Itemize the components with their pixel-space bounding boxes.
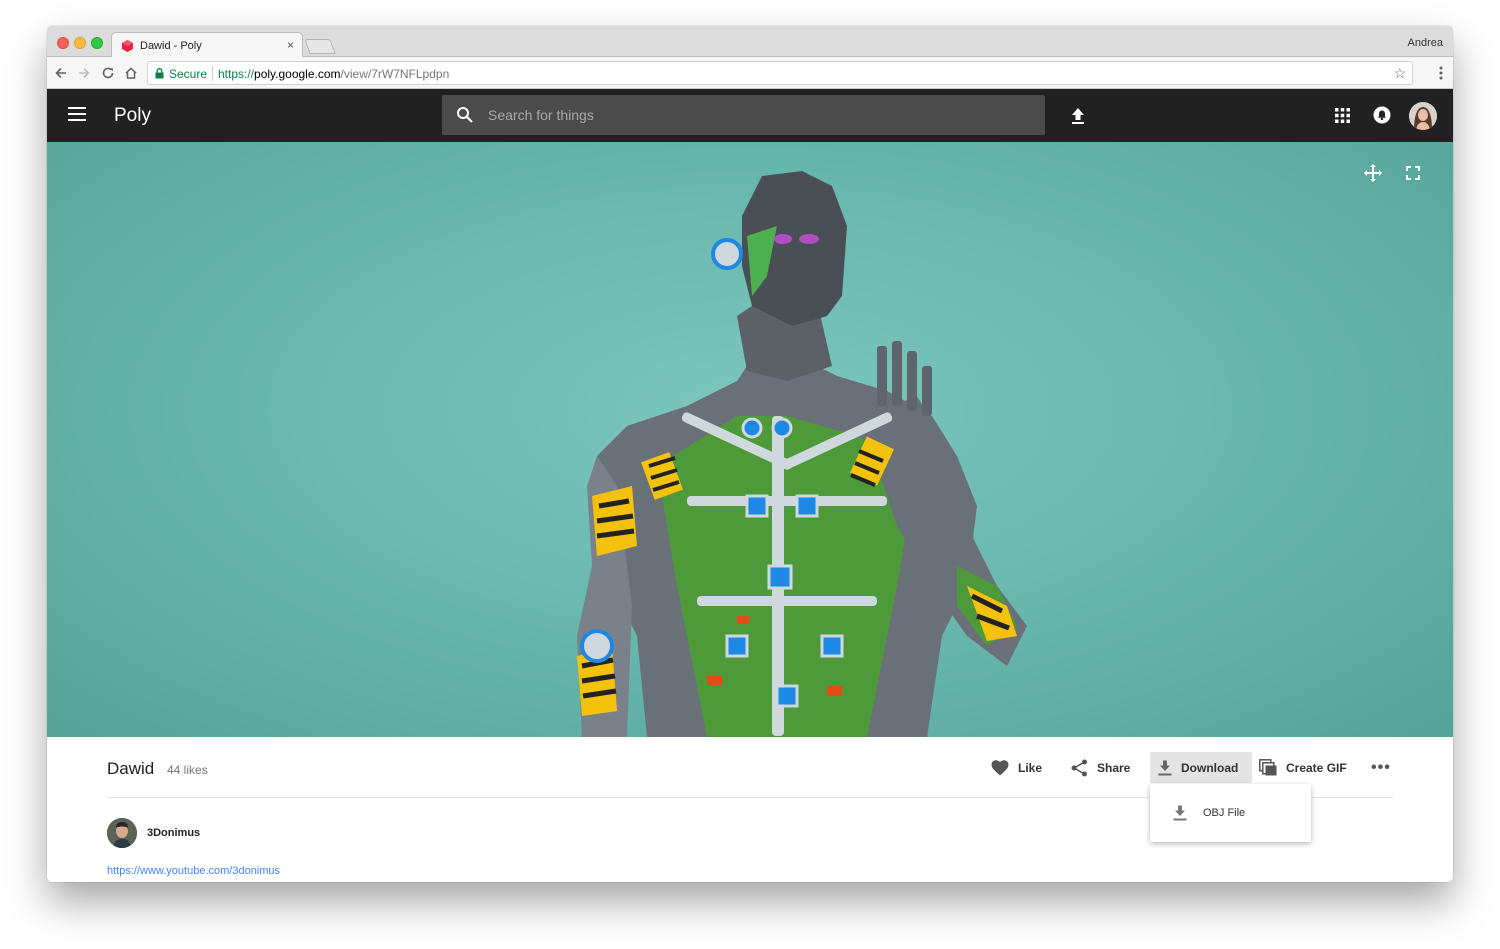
home-icon[interactable] <box>123 65 139 81</box>
search-input[interactable] <box>488 95 1028 135</box>
create-gif-icon <box>1259 759 1277 776</box>
share-label: Share <box>1097 760 1131 775</box>
url-host: poly.google.com <box>254 67 341 81</box>
avatar[interactable] <box>1409 102 1437 130</box>
search-box[interactable] <box>442 95 1045 135</box>
download-menu-item-label: OBJ File <box>1203 807 1246 819</box>
download-menu: OBJ File <box>1150 784 1311 842</box>
author-avatar-image <box>107 818 137 848</box>
lock-icon <box>155 68 164 79</box>
download-icon <box>1158 760 1172 775</box>
forward-arrow-icon[interactable] <box>76 65 92 81</box>
brand-logo[interactable]: Poly <box>114 105 151 127</box>
search-icon <box>457 107 473 123</box>
create-gif-button[interactable]: Create GIF <box>1251 752 1355 783</box>
author-name[interactable]: 3Donimus <box>147 827 200 839</box>
fullscreen-icon[interactable] <box>1405 165 1421 181</box>
model-viewer[interactable] <box>47 142 1453 737</box>
new-tab-button[interactable] <box>304 39 336 54</box>
download-menu-item-obj[interactable]: OBJ File <box>1150 784 1311 842</box>
like-button[interactable]: Like <box>983 752 1050 783</box>
maximize-window-button[interactable] <box>91 37 103 49</box>
url-text: https://poly.google.com/view/7rW7NFLpdpn <box>218 67 449 81</box>
more-options-icon[interactable]: ••• <box>1363 752 1399 783</box>
likes-count: 44 likes <box>167 763 208 777</box>
minimize-window-button[interactable] <box>74 37 86 49</box>
url-scheme: https:// <box>218 67 255 81</box>
tab-title: Dawid - Poly <box>140 40 202 52</box>
download-label: Download <box>1181 760 1239 775</box>
robot-model[interactable] <box>537 166 1037 737</box>
profile-name[interactable]: Andrea <box>1408 37 1443 49</box>
url-path: /view/7rW7NFLpdpn <box>340 67 450 81</box>
tab-close-icon[interactable]: × <box>287 38 294 52</box>
asset-title: Dawid <box>107 759 155 778</box>
browser-toolbar: Secure https://poly.google.com/view/7rW7… <box>47 57 1453 89</box>
app-bar: Poly <box>47 89 1453 142</box>
apps-grid-icon[interactable] <box>1335 108 1350 123</box>
browser-window: Dawid - Poly × Andrea Secure https://pol… <box>47 26 1453 882</box>
secure-label: Secure <box>169 67 208 81</box>
star-icon[interactable]: ☆ <box>1393 65 1406 81</box>
heart-icon <box>991 759 1009 775</box>
avatar-image <box>1409 102 1437 130</box>
menu-dots-icon[interactable] <box>1439 65 1443 81</box>
share-button[interactable]: Share <box>1063 752 1138 783</box>
close-window-button[interactable] <box>57 37 69 49</box>
like-label: Like <box>1018 760 1043 775</box>
hamburger-icon[interactable] <box>68 107 86 121</box>
share-icon <box>1071 759 1087 776</box>
poly-favicon-icon <box>122 40 133 52</box>
address-bar[interactable]: Secure https://poly.google.com/view/7rW7… <box>147 61 1413 85</box>
tab-strip: Dawid - Poly × Andrea <box>47 26 1453 58</box>
reload-icon[interactable] <box>100 65 116 81</box>
back-arrow-icon[interactable] <box>53 65 69 81</box>
download-button[interactable]: Download <box>1150 752 1252 783</box>
upload-icon[interactable] <box>1069 106 1087 126</box>
author-link[interactable]: https://www.youtube.com/3donimus <box>107 865 280 877</box>
notifications-icon[interactable] <box>1373 106 1391 124</box>
browser-tab[interactable]: Dawid - Poly × <box>111 32 303 58</box>
create-gif-label: Create GIF <box>1286 760 1347 775</box>
download-icon <box>1173 805 1187 821</box>
author-avatar[interactable] <box>107 818 137 848</box>
move-icon[interactable] <box>1363 163 1383 183</box>
omnibox-divider <box>212 66 213 81</box>
